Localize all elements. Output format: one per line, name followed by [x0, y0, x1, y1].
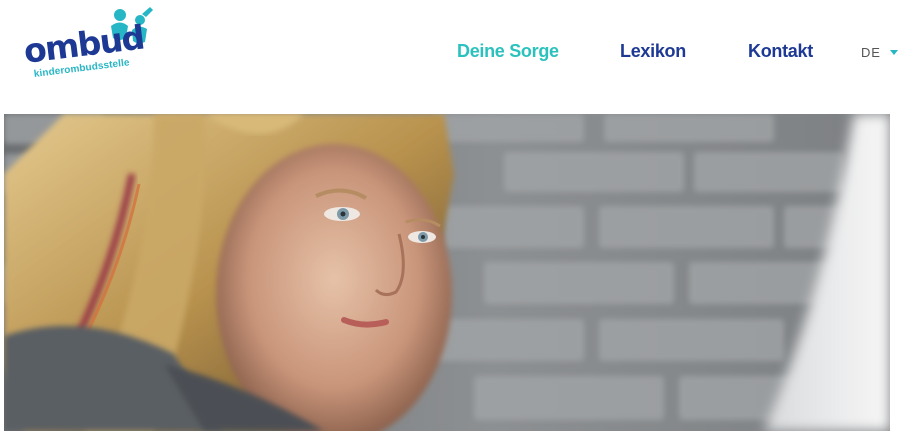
hero-edge: [890, 114, 915, 431]
nav-item-deine-sorge[interactable]: Deine Sorge: [457, 40, 559, 62]
nav-item-kontakt[interactable]: Kontakt: [748, 40, 813, 62]
hero-photo: [4, 114, 890, 431]
site-header: ombud kinderombudsstelle Deine Sorge Lex…: [0, 0, 915, 113]
logo-link[interactable]: ombud kinderombudsstelle: [14, 6, 153, 98]
nav-item-lexikon[interactable]: Lexikon: [620, 40, 686, 62]
page: ombud kinderombudsstelle Deine Sorge Lex…: [0, 0, 915, 431]
language-selector[interactable]: DE: [861, 43, 898, 61]
hero-image: [4, 114, 890, 431]
caret-down-icon: [889, 49, 898, 55]
language-label: DE: [861, 44, 881, 60]
